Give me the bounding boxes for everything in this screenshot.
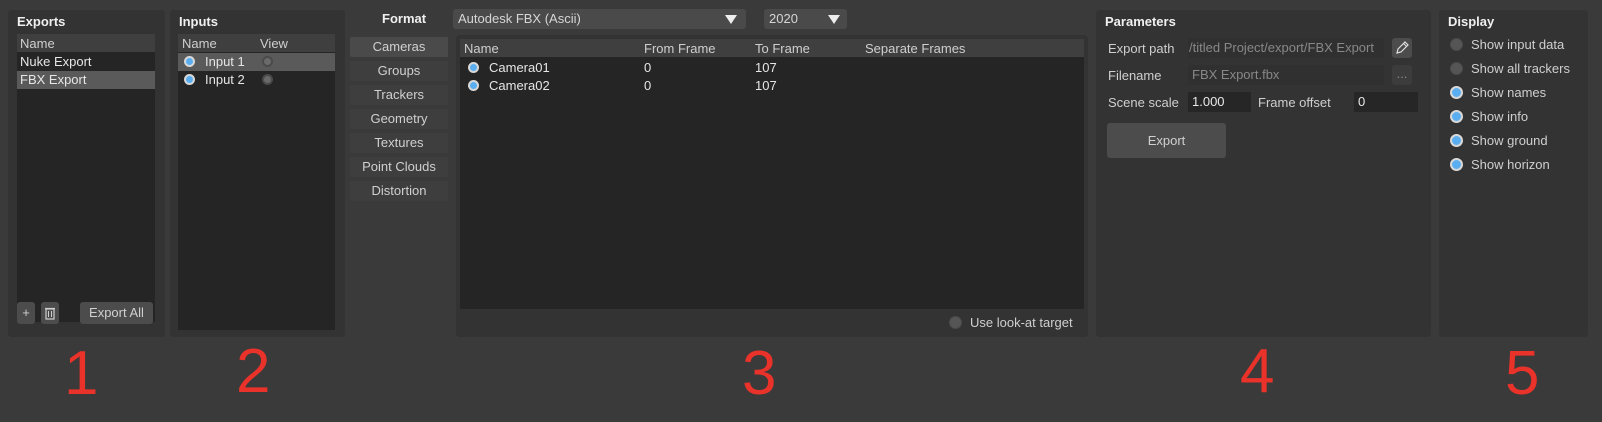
annotation-3: 3 — [742, 339, 777, 408]
show-all-trackers-radio[interactable] — [1450, 62, 1463, 75]
export-path-field[interactable]: titled Project/export/FBX Export/ — [1188, 38, 1384, 58]
pencil-icon — [1396, 41, 1409, 54]
inputs-panel: Inputs Name View Input 1 Input 2 — [170, 10, 345, 337]
add-export-button[interactable]: + — [17, 302, 35, 324]
inputs-title: Inputs — [179, 14, 218, 29]
annotation-1: 1 — [64, 339, 99, 408]
cameras-table[interactable]: Name From Frame To Frame Separate Frames… — [460, 39, 1084, 309]
show-info-label: Show info — [1471, 109, 1529, 124]
input-item-label: Input 2 — [205, 72, 245, 87]
tab-geometry[interactable]: Geometry — [350, 109, 448, 129]
format-label: Format — [382, 11, 427, 26]
annotation-2: 2 — [236, 337, 271, 406]
camera-name: Camera01 — [489, 60, 550, 75]
show-info-option[interactable]: Show info — [1450, 108, 1585, 126]
camera-to-frame: 107 — [755, 78, 777, 93]
annotation-4: 4 — [1240, 337, 1275, 406]
scene-scale-label: Scene scale — [1108, 95, 1179, 110]
frame-offset-input[interactable]: 0 — [1354, 92, 1418, 112]
show-horizon-label: Show horizon — [1471, 157, 1550, 172]
show-input-data-radio[interactable] — [1450, 38, 1463, 51]
export-path-label: Export path — [1108, 41, 1175, 56]
tab-groups[interactable]: Groups — [350, 61, 448, 81]
show-names-radio[interactable] — [1450, 86, 1463, 99]
col-to-frame-header: To Frame — [755, 41, 810, 56]
delete-export-button[interactable] — [41, 302, 59, 324]
exports-list[interactable]: Name Nuke Export FBX Export — [17, 34, 155, 322]
show-info-radio[interactable] — [1450, 110, 1463, 123]
show-all-trackers-label: Show all trackers — [1471, 61, 1570, 76]
inputs-view-header: View — [260, 36, 288, 51]
parameters-title: Parameters — [1105, 14, 1176, 29]
look-at-target-radio[interactable] — [949, 316, 962, 329]
show-ground-option[interactable]: Show ground — [1450, 132, 1585, 150]
exports-list-header[interactable]: Name — [17, 34, 155, 52]
camera-from-frame: 0 — [644, 78, 652, 93]
inputs-list[interactable]: Name View Input 1 Input 2 — [178, 34, 335, 330]
browse-filename-button[interactable]: ... — [1392, 65, 1412, 85]
filename-field[interactable]: FBX Export.fbx — [1188, 65, 1384, 85]
version-dropdown[interactable]: 2020 — [764, 9, 847, 29]
exports-name-header: Name — [20, 36, 55, 51]
camera-from-frame: 0 — [644, 60, 652, 75]
col-name-header: Name — [464, 41, 499, 56]
table-row[interactable]: Camera02 0 107 — [460, 77, 1084, 95]
look-at-target-label: Use look-at target — [970, 315, 1073, 330]
input-enabled-toggle[interactable] — [184, 74, 195, 85]
exports-panel: Exports Name Nuke Export FBX Export + Ex… — [8, 10, 165, 337]
inputs-list-header[interactable]: Name View — [178, 34, 335, 52]
chevron-down-icon — [828, 15, 840, 24]
table-row[interactable]: Camera01 0 107 — [460, 59, 1084, 77]
display-title: Display — [1448, 14, 1495, 29]
edit-path-button[interactable] — [1392, 38, 1412, 58]
show-horizon-radio[interactable] — [1450, 158, 1463, 171]
export-item-label: Nuke Export — [20, 54, 92, 69]
tab-textures[interactable]: Textures — [350, 133, 448, 153]
export-item-label: FBX Export — [20, 72, 87, 87]
cameras-panel: Name From Frame To Frame Separate Frames… — [456, 35, 1088, 337]
parameters-panel: Parameters Export path titled Project/ex… — [1096, 10, 1431, 337]
input-item-label: Input 1 — [205, 54, 245, 69]
format-dropdown[interactable]: Autodesk FBX (Ascii) — [453, 9, 746, 29]
input-item-1[interactable]: Input 1 — [178, 53, 335, 71]
input-view-toggle[interactable] — [262, 56, 273, 67]
frame-offset-label: Frame offset — [1258, 95, 1331, 110]
show-all-trackers-option[interactable]: Show all trackers — [1450, 60, 1585, 78]
show-ground-radio[interactable] — [1450, 134, 1463, 147]
export-button[interactable]: Export — [1107, 123, 1226, 158]
camera-enabled-toggle[interactable] — [468, 62, 479, 73]
format-dropdown-value: Autodesk FBX (Ascii) — [458, 11, 581, 26]
chevron-down-icon — [725, 15, 737, 24]
tab-cameras[interactable]: Cameras — [350, 37, 448, 57]
camera-enabled-toggle[interactable] — [468, 80, 479, 91]
display-panel: Display Show input data Show all tracker… — [1439, 10, 1588, 337]
show-names-option[interactable]: Show names — [1450, 84, 1585, 102]
exports-title: Exports — [17, 14, 66, 29]
camera-name: Camera02 — [489, 78, 550, 93]
export-item-nuke[interactable]: Nuke Export — [17, 53, 155, 71]
version-dropdown-value: 2020 — [769, 11, 798, 26]
camera-to-frame: 107 — [755, 60, 777, 75]
show-ground-label: Show ground — [1471, 133, 1548, 148]
input-item-2[interactable]: Input 2 — [178, 71, 335, 89]
filename-label: Filename — [1108, 68, 1162, 83]
export-item-fbx[interactable]: FBX Export — [17, 71, 155, 89]
col-from-frame-header: From Frame — [644, 41, 716, 56]
scene-scale-input[interactable]: 1.000 — [1188, 92, 1251, 112]
tab-distortion[interactable]: Distortion — [350, 181, 448, 201]
input-view-toggle[interactable] — [262, 74, 273, 85]
inputs-name-header: Name — [182, 36, 217, 51]
annotation-5: 5 — [1505, 339, 1540, 408]
trash-icon — [45, 307, 55, 320]
cameras-table-header[interactable]: Name From Frame To Frame Separate Frames — [460, 39, 1084, 57]
show-input-data-label: Show input data — [1471, 37, 1565, 52]
col-separate-frames-header: Separate Frames — [865, 41, 966, 56]
show-horizon-option[interactable]: Show horizon — [1450, 156, 1585, 174]
export-all-button[interactable]: Export All — [80, 302, 153, 324]
tab-point-clouds[interactable]: Point Clouds — [350, 157, 448, 177]
show-names-label: Show names — [1471, 85, 1547, 100]
tab-trackers[interactable]: Trackers — [350, 85, 448, 105]
input-enabled-toggle[interactable] — [184, 56, 195, 67]
show-input-data-option[interactable]: Show input data — [1450, 36, 1585, 54]
